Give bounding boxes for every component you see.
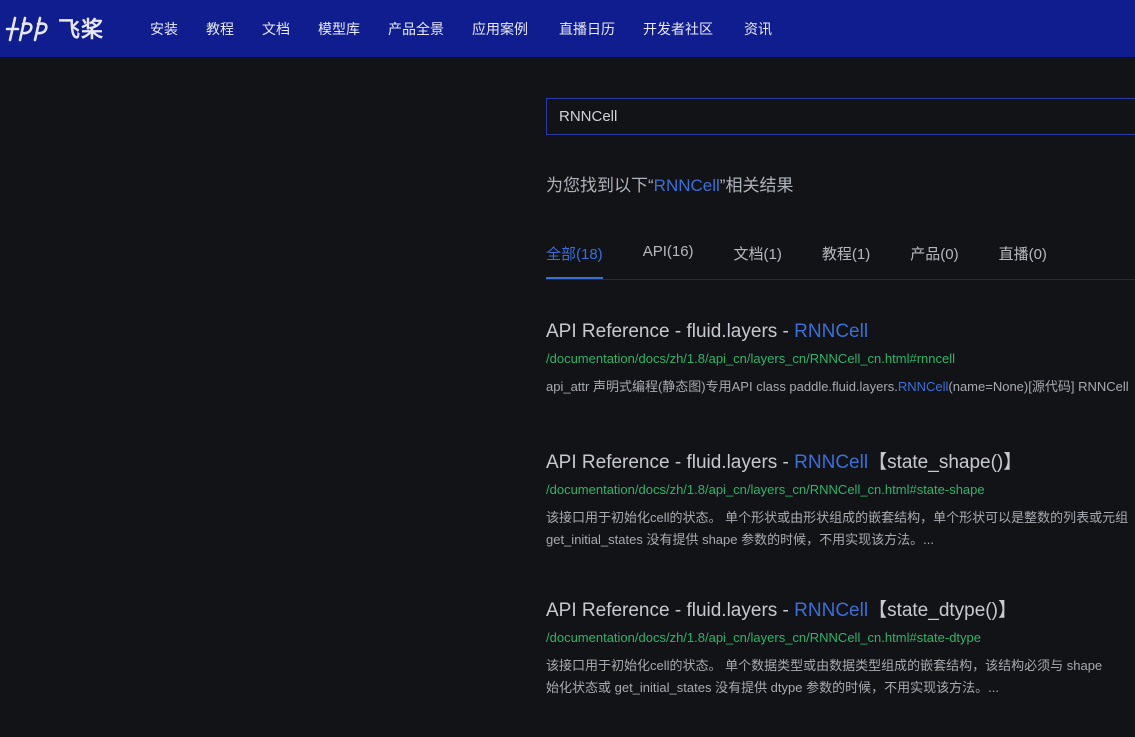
- result-url[interactable]: /documentation/docs/zh/1.8/api_cn/layers…: [546, 351, 1135, 366]
- search-input[interactable]: [547, 99, 1135, 134]
- tab-live[interactable]: 直播(0): [999, 243, 1047, 279]
- paddle-logo-icon: [5, 16, 48, 42]
- result-tabs: 全部(18) API(16) 文档(1) 教程(1) 产品(0) 直播(0): [546, 243, 1135, 280]
- result-title-text: API Reference - fluid.layers -: [546, 452, 795, 473]
- summary-suffix: ”相关结果: [719, 176, 794, 195]
- nav-item-install[interactable]: 安装: [150, 19, 178, 39]
- result-url[interactable]: /documentation/docs/zh/1.8/api_cn/layers…: [546, 482, 1135, 497]
- result-item: API Reference - fluid.layers - RNNCell /…: [546, 321, 1135, 398]
- top-navbar: 飞桨 安装 教程 文档 模型库 产品全景 应用案例 直播日历 开发者社区 资讯: [0, 0, 1135, 57]
- nav-item-cases[interactable]: 应用案例: [472, 19, 528, 39]
- result-title-suffix: 【state_shape()】: [868, 452, 1023, 473]
- result-snippet: 该接口用于初始化cell的状态。 单个数据类型或由数据类型组成的嵌套结构，该结构…: [546, 655, 1135, 699]
- result-title-suffix: 【state_dtype()】: [868, 600, 1017, 621]
- nav-item-models[interactable]: 模型库: [318, 19, 360, 39]
- search-results-page: 为您找到以下“RNNCell”相关结果 全部(18) API(16) 文档(1)…: [546, 57, 1135, 737]
- result-item: API Reference - fluid.layers - RNNCell【s…: [546, 595, 1135, 699]
- result-title-text: API Reference - fluid.layers -: [546, 600, 795, 621]
- result-title-link[interactable]: API Reference - fluid.layers - RNNCell【s…: [546, 447, 1135, 474]
- result-title-highlight: RNNCell: [794, 600, 869, 621]
- snippet-text-end: (name=None)[源代码] RNNCell: [948, 379, 1129, 394]
- result-summary: 为您找到以下“RNNCell”相关结果: [546, 171, 793, 196]
- result-title-highlight: RNNCell: [794, 452, 869, 473]
- nav-item-news[interactable]: 资讯: [744, 19, 772, 39]
- tab-api[interactable]: API(16): [643, 243, 694, 279]
- result-title-link[interactable]: API Reference - fluid.layers - RNNCell: [546, 321, 1135, 343]
- result-item: API Reference - fluid.layers - RNNCell【s…: [546, 447, 1135, 551]
- result-url[interactable]: /documentation/docs/zh/1.8/api_cn/layers…: [546, 630, 1135, 645]
- search-box[interactable]: [546, 98, 1135, 135]
- snippet-line: get_initial_states 没有提供 shape 参数的时候，不用实现…: [546, 532, 934, 547]
- snippet-text: api_attr 声明式编程(静态图)专用API class paddle.fl…: [546, 379, 898, 394]
- nav-item-community[interactable]: 开发者社区: [643, 19, 713, 39]
- tab-tutorial[interactable]: 教程(1): [822, 243, 870, 279]
- tab-docs[interactable]: 文档(1): [734, 243, 782, 279]
- result-snippet: 该接口用于初始化cell的状态。 单个形状或由形状组成的嵌套结构，单个形状可以是…: [546, 507, 1135, 551]
- nav-item-live[interactable]: 直播日历: [559, 19, 615, 39]
- nav-item-products[interactable]: 产品全景: [388, 19, 444, 39]
- summary-query: RNNCell: [653, 176, 720, 195]
- summary-prefix: 为您找到以下“: [546, 176, 654, 195]
- tab-products[interactable]: 产品(0): [910, 243, 958, 279]
- result-title-link[interactable]: API Reference - fluid.layers - RNNCell【s…: [546, 595, 1135, 622]
- result-title-text: API Reference - fluid.layers -: [546, 321, 795, 342]
- snippet-highlight: RNNCell: [897, 379, 949, 394]
- nav-item-tutorial[interactable]: 教程: [206, 19, 234, 39]
- snippet-line: 始化状态或 get_initial_states 没有提供 dtype 参数的时…: [546, 680, 999, 695]
- nav-item-docs[interactable]: 文档: [262, 19, 290, 39]
- snippet-line: 该接口用于初始化cell的状态。 单个数据类型或由数据类型组成的嵌套结构，该结构…: [546, 658, 1103, 673]
- result-snippet: api_attr 声明式编程(静态图)专用API class paddle.fl…: [546, 376, 1135, 398]
- brand-logo[interactable]: 飞桨: [4, 8, 104, 48]
- snippet-line: 该接口用于初始化cell的状态。 单个形状或由形状组成的嵌套结构，单个形状可以是…: [546, 510, 1129, 525]
- nav-menu: 安装 教程 文档 模型库 产品全景 应用案例 直播日历 开发者社区 资讯: [150, 0, 800, 57]
- tab-all[interactable]: 全部(18): [546, 243, 603, 279]
- brand-name: 飞桨: [58, 18, 105, 43]
- result-title-highlight: RNNCell: [794, 321, 869, 342]
